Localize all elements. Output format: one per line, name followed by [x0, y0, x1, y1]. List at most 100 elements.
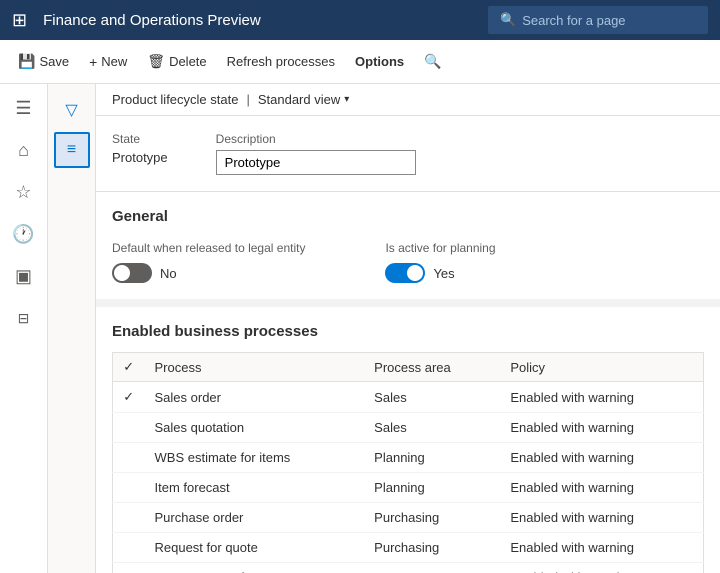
refresh-processes-button[interactable]: Refresh processes: [217, 40, 345, 84]
col-process: Process: [145, 353, 365, 382]
table-row[interactable]: ✓ Sales order Sales Enabled with warning: [113, 382, 704, 413]
row-area-0: Sales: [364, 382, 500, 413]
chevron-down-icon: ▾: [344, 94, 349, 105]
process-table: ✓ Process Process area Policy ✓ Sales or…: [112, 352, 704, 573]
state-label: State: [112, 132, 168, 146]
list-view-icon[interactable]: ≡: [54, 132, 90, 168]
row-process-4: Purchase order: [145, 503, 365, 533]
save-icon: 💾: [18, 53, 35, 70]
delete-button[interactable]: 🗑 Delete: [137, 40, 216, 84]
content-area: Product lifecycle state | Standard view …: [96, 84, 720, 573]
nav-modules-icon[interactable]: ⊟: [2, 298, 46, 338]
row-process-5: Request for quote: [145, 533, 365, 563]
page-name: Product lifecycle state: [112, 92, 238, 107]
planning-toggle-control: Yes: [385, 263, 495, 283]
search-placeholder: Search for a page: [522, 13, 625, 28]
filter-icon[interactable]: ▽: [54, 92, 90, 128]
state-field-group: State Prototype: [112, 132, 168, 175]
grid-icon[interactable]: ⊞: [12, 10, 27, 31]
row-check-2: [113, 443, 145, 473]
row-area-4: Purchasing: [364, 503, 500, 533]
row-area-6: Inventory: [364, 563, 500, 573]
table-row[interactable]: Item forecast Planning Enabled with warn…: [113, 473, 704, 503]
row-area-1: Sales: [364, 413, 500, 443]
row-process-1: Sales quotation: [145, 413, 365, 443]
table-row[interactable]: Sales quotation Sales Enabled with warni…: [113, 413, 704, 443]
default-toggle-group: Default when released to legal entity No: [112, 241, 305, 283]
form-field-row: State Prototype Description: [112, 132, 704, 175]
table-row[interactable]: Purchase order Purchasing Enabled with w…: [113, 503, 704, 533]
row-policy-1: Enabled with warning: [500, 413, 703, 443]
planning-toggle-group: Is active for planning Yes: [385, 241, 495, 283]
search-command-button[interactable]: 🔍: [414, 40, 451, 84]
processes-section: Enabled business processes ✓ Process Pro…: [96, 299, 720, 573]
app-title: Finance and Operations Preview: [43, 12, 476, 29]
table-row[interactable]: Request for quote Purchasing Enabled wit…: [113, 533, 704, 563]
default-toggle-switch[interactable]: [112, 263, 152, 283]
view-label: Standard view: [258, 92, 340, 107]
form-section: State Prototype Description: [96, 116, 720, 191]
col-area: Process area: [364, 353, 500, 382]
description-input[interactable]: [216, 150, 416, 175]
save-button[interactable]: 💾 Save: [8, 40, 79, 84]
options-button[interactable]: Options: [345, 40, 414, 84]
table-header-row: ✓ Process Process area Policy: [113, 353, 704, 382]
nav-workspaces-icon[interactable]: ▣: [2, 256, 46, 296]
planning-toggle-value: Yes: [433, 266, 454, 281]
sidebar-panel: ▽ ≡: [48, 84, 96, 573]
top-bar: ⊞ Finance and Operations Preview 🔍 Searc…: [0, 0, 720, 40]
default-toggle-value: No: [160, 266, 177, 281]
nav-menu-icon[interactable]: ☰: [2, 88, 46, 128]
row-policy-5: Enabled with warning: [500, 533, 703, 563]
row-policy-3: Enabled with warning: [500, 473, 703, 503]
description-label: Description: [216, 132, 416, 146]
row-process-0: Sales order: [145, 382, 365, 413]
content-header: Product lifecycle state | Standard view …: [96, 84, 720, 116]
search-command-icon: 🔍: [424, 53, 441, 70]
row-policy-2: Enabled with warning: [500, 443, 703, 473]
nav-home-icon[interactable]: ⌂: [2, 130, 46, 170]
row-area-3: Planning: [364, 473, 500, 503]
new-label: New: [101, 54, 127, 69]
row-process-6: Inventory transfer: [145, 563, 365, 573]
row-check-3: [113, 473, 145, 503]
table-row[interactable]: WBS estimate for items Planning Enabled …: [113, 443, 704, 473]
planning-toggle-switch[interactable]: [385, 263, 425, 283]
row-check-4: [113, 503, 145, 533]
left-nav: ☰ ⌂ ☆ 🕐 ▣ ⊟: [0, 84, 48, 573]
search-bar[interactable]: 🔍 Search for a page: [488, 6, 708, 34]
row-process-2: WBS estimate for items: [145, 443, 365, 473]
search-icon: 🔍: [500, 12, 516, 28]
new-icon: +: [89, 54, 97, 70]
options-label: Options: [355, 54, 404, 69]
refresh-label: Refresh processes: [227, 54, 335, 69]
table-row[interactable]: Inventory transfer Inventory Enabled wit…: [113, 563, 704, 573]
row-policy-4: Enabled with warning: [500, 503, 703, 533]
row-check-5: [113, 533, 145, 563]
nav-recent-icon[interactable]: 🕐: [2, 214, 46, 254]
view-dropdown[interactable]: Standard view ▾: [258, 92, 349, 107]
processes-title: Enabled business processes: [112, 323, 704, 340]
row-policy-0: Enabled with warning: [500, 382, 703, 413]
row-area-5: Purchasing: [364, 533, 500, 563]
description-field-group: Description: [216, 132, 416, 175]
row-check-0: ✓: [113, 382, 145, 413]
general-section: General Default when released to legal e…: [96, 191, 720, 299]
row-policy-6: Enabled with warning: [500, 563, 703, 573]
new-button[interactable]: + New: [79, 40, 137, 84]
main-layout: ☰ ⌂ ☆ 🕐 ▣ ⊟ ▽ ≡ Product lifecycle state …: [0, 84, 720, 573]
nav-favorites-icon[interactable]: ☆: [2, 172, 46, 212]
planning-label: Is active for planning: [385, 241, 495, 255]
delete-icon: 🗑: [147, 53, 165, 70]
save-label: Save: [39, 54, 69, 69]
row-area-2: Planning: [364, 443, 500, 473]
general-section-title: General: [112, 208, 704, 225]
default-toggle-control: No: [112, 263, 305, 283]
row-process-3: Item forecast: [145, 473, 365, 503]
breadcrumb-separator: |: [246, 92, 249, 107]
default-label: Default when released to legal entity: [112, 241, 305, 255]
row-check-6: [113, 563, 145, 573]
delete-label: Delete: [169, 54, 207, 69]
col-check: ✓: [113, 353, 145, 382]
state-value: Prototype: [112, 150, 168, 165]
